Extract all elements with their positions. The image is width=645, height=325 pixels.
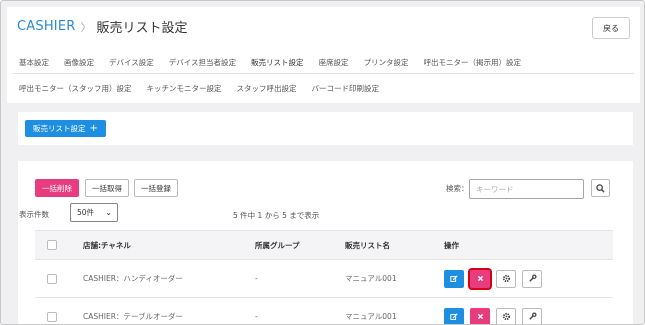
tab-basic[interactable]: 基本設定 <box>19 57 49 74</box>
breadcrumb-brand[interactable]: CASHIER <box>17 19 75 34</box>
add-sales-list-button[interactable]: 販売リスト設定 + <box>25 120 106 137</box>
chevron-down-icon: ⌄ <box>105 208 112 217</box>
bulk-fetch-button[interactable]: 一括取得 <box>85 179 129 197</box>
back-button[interactable]: 戻る <box>592 17 630 39</box>
add-card: 販売リスト設定 + <box>18 112 633 145</box>
tab-call-monitor-display[interactable]: 呼出モニター（掲示用）設定 <box>424 57 522 74</box>
per-page-label: 表示件数 <box>19 210 49 219</box>
delete-button[interactable] <box>470 269 490 288</box>
breadcrumb: CASHIER 〉 販売リスト設定 <box>17 17 188 36</box>
edit-icon <box>450 312 458 320</box>
tabs-row-2: 呼出モニター（スタッフ用）設定 キッチンモニター設定 スタッフ呼出設定 バーコー… <box>19 83 394 99</box>
app-window: CASHIER 〉 販売リスト設定 戻る 基本設定 画像設定 デバイス設定 デバ… <box>0 0 645 325</box>
table-header: 店舗:チャネル 所属グループ 販売リスト名 操作 <box>35 230 613 260</box>
tab-call-monitor-staff[interactable]: 呼出モニター（スタッフ用）設定 <box>19 83 132 99</box>
tab-kitchen-monitor[interactable]: キッチンモニター設定 <box>147 83 222 99</box>
edit-button[interactable] <box>444 269 464 288</box>
gear-icon <box>502 274 510 283</box>
tab-printer[interactable]: プリンタ設定 <box>364 57 409 74</box>
row-group: - <box>255 312 258 321</box>
search-button[interactable] <box>591 179 610 197</box>
table-row: CASHIER：テーブルオーダー - マニュアル001 <box>35 298 613 324</box>
per-page-value: 50件 <box>77 208 95 217</box>
gear-icon <box>502 312 510 321</box>
settings-button[interactable] <box>496 307 516 324</box>
wrench-icon <box>528 274 537 282</box>
column-header-actions: 操作 <box>444 240 459 250</box>
tools-button[interactable] <box>522 307 542 324</box>
wrench-icon <box>528 312 537 320</box>
row-store: CASHIER：テーブルオーダー <box>83 312 183 321</box>
page-title: 販売リスト設定 <box>96 21 188 36</box>
tab-device[interactable]: デバイス設定 <box>109 57 154 74</box>
row-list-name: マニュアル001 <box>345 312 397 321</box>
tools-button[interactable] <box>522 269 542 288</box>
per-page-select[interactable]: 50件 ⌄ <box>70 203 118 222</box>
column-header-store: 店舗:チャネル <box>83 240 131 250</box>
search-input[interactable]: キーワード <box>469 179 584 199</box>
list-card: 一括削除 一括取得 一括登録 検索： キーワード 表示件数 50件 ⌄ 5 件中… <box>18 161 633 324</box>
tabs-divider <box>13 73 634 74</box>
plus-icon: + <box>89 122 98 134</box>
column-header-list-name: 販売リスト名 <box>345 240 390 250</box>
tab-staff-call[interactable]: スタッフ呼出設定 <box>237 83 297 99</box>
row-actions <box>444 307 542 324</box>
edit-button[interactable] <box>444 307 464 324</box>
tab-barcode-print[interactable]: バーコード印刷設定 <box>312 83 380 99</box>
row-actions <box>444 269 542 288</box>
delete-button[interactable] <box>470 307 490 324</box>
bulk-register-button[interactable]: 一括登録 <box>134 179 178 197</box>
tabs-row-1: 基本設定 画像設定 デバイス設定 デバイス担当者設定 販売リスト設定 座席設定 … <box>19 57 536 74</box>
sales-list-table: 店舗:チャネル 所属グループ 販売リスト名 操作 CASHIER：ハンディオーダ… <box>35 230 613 324</box>
select-all-checkbox[interactable] <box>47 240 57 250</box>
search-label: 検索： <box>446 184 469 193</box>
chevron-right-icon: 〉 <box>80 20 92 34</box>
row-checkbox[interactable] <box>47 311 57 322</box>
tab-image[interactable]: 画像設定 <box>64 57 94 74</box>
record-count: 5 件中 1 から 5 まで表示 <box>233 211 320 220</box>
tab-device-staff[interactable]: デバイス担当者設定 <box>169 57 236 74</box>
bulk-delete-button[interactable]: 一括削除 <box>35 179 79 197</box>
table-row: CASHIER：ハンディオーダー - マニュアル001 <box>35 260 613 298</box>
tab-sales-list[interactable]: 販売リスト設定 <box>251 57 304 74</box>
settings-button[interactable] <box>496 269 516 288</box>
row-checkbox[interactable] <box>47 273 57 284</box>
add-button-label: 販売リスト設定 <box>33 124 86 133</box>
delete-icon <box>477 275 483 282</box>
delete-icon <box>477 313 483 320</box>
edit-icon <box>450 274 458 282</box>
search-icon <box>596 183 605 193</box>
tab-seat[interactable]: 座席設定 <box>319 57 349 74</box>
row-group: - <box>255 274 258 283</box>
header-card: CASHIER 〉 販売リスト設定 戻る 基本設定 画像設定 デバイス設定 デバ… <box>7 7 640 103</box>
row-store: CASHIER：ハンディオーダー <box>83 274 183 283</box>
row-list-name: マニュアル001 <box>345 274 397 283</box>
column-header-group: 所属グループ <box>255 240 300 250</box>
